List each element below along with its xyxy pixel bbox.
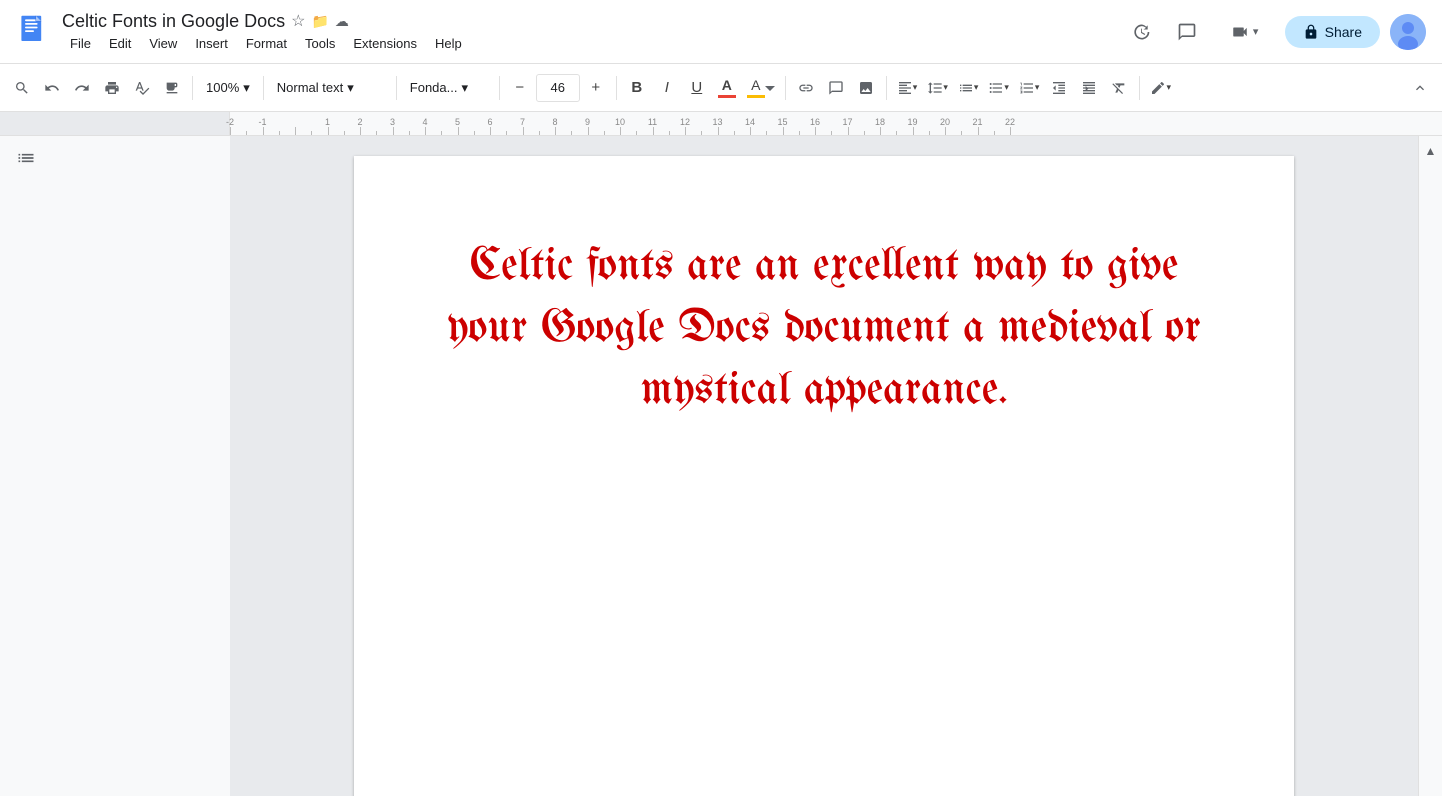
comments-button[interactable]: [1169, 14, 1205, 50]
separator-2: [263, 76, 264, 100]
zoom-dropdown[interactable]: 100% ▾: [199, 72, 257, 104]
doc-content[interactable]: Celtic fonts are an excellent way to giv…: [434, 236, 1214, 422]
ruler: -2-112345678910111213141516171819202122: [0, 112, 1442, 136]
title-bar: Celtic Fonts in Google Docs ☆ 📁 ☁ File E…: [0, 0, 1442, 64]
title-area: Celtic Fonts in Google Docs ☆ 📁 ☁ File E…: [62, 11, 1123, 53]
font-dropdown[interactable]: Fonda... ▾: [403, 72, 493, 104]
align-button[interactable]: ▾: [893, 72, 922, 104]
doc-area[interactable]: Celtic fonts are an excellent way to giv…: [230, 136, 1418, 796]
line-spacing-button[interactable]: ▾: [923, 72, 952, 104]
paint-format-button[interactable]: [158, 72, 186, 104]
avatar[interactable]: [1390, 14, 1426, 50]
menu-help[interactable]: Help: [427, 34, 470, 53]
separator-5: [616, 76, 617, 100]
star-icon[interactable]: ☆: [291, 11, 305, 31]
menu-file[interactable]: File: [62, 34, 99, 53]
increase-indent-button[interactable]: [1075, 72, 1103, 104]
menu-view[interactable]: View: [141, 34, 185, 53]
collapse-toolbar-button[interactable]: [1406, 72, 1434, 104]
history-button[interactable]: [1123, 14, 1159, 50]
menu-extensions[interactable]: Extensions: [345, 34, 425, 53]
separator-8: [1139, 76, 1140, 100]
undo-button[interactable]: [38, 72, 66, 104]
bold-button[interactable]: B: [623, 72, 651, 104]
ruler-content: -2-112345678910111213141516171819202122: [230, 112, 1422, 135]
meet-button[interactable]: ▾: [1215, 14, 1275, 50]
redo-button[interactable]: [68, 72, 96, 104]
increase-font-button[interactable]: +: [582, 72, 610, 104]
scroll-up-button[interactable]: ▲: [1421, 140, 1441, 162]
share-button[interactable]: Share: [1285, 16, 1380, 48]
separator-4: [499, 76, 500, 100]
separator-7: [886, 76, 887, 100]
search-button[interactable]: [8, 72, 36, 104]
menu-bar: File Edit View Insert Format Tools Exten…: [62, 34, 1123, 53]
decrease-font-button[interactable]: −: [506, 72, 534, 104]
menu-insert[interactable]: Insert: [187, 34, 236, 53]
highlight-button[interactable]: A: [743, 72, 779, 104]
app-body: Celtic fonts are an excellent way to giv…: [0, 136, 1442, 796]
menu-tools[interactable]: Tools: [297, 34, 343, 53]
toolbar: 100% ▾ Normal text ▾ Fonda... ▾ − 46 + B…: [0, 64, 1442, 112]
title-actions: ▾ Share: [1123, 14, 1426, 50]
separator-6: [785, 76, 786, 100]
doc-title[interactable]: Celtic Fonts in Google Docs: [62, 11, 285, 32]
doc-title-row: Celtic Fonts in Google Docs ☆ 📁 ☁: [62, 11, 1123, 32]
share-label: Share: [1325, 24, 1362, 40]
checklist-button[interactable]: ▾: [954, 72, 983, 104]
doc-page: Celtic fonts are an excellent way to giv…: [354, 156, 1294, 796]
add-comment-button[interactable]: [822, 72, 850, 104]
menu-format[interactable]: Format: [238, 34, 295, 53]
italic-button[interactable]: I: [653, 72, 681, 104]
underline-button[interactable]: U: [683, 72, 711, 104]
left-panel: [0, 136, 230, 796]
docs-icon: [16, 14, 52, 50]
style-dropdown[interactable]: Normal text ▾: [270, 72, 390, 104]
image-button[interactable]: [852, 72, 880, 104]
decrease-indent-button[interactable]: [1045, 72, 1073, 104]
clear-format-button[interactable]: [1105, 72, 1133, 104]
print-button[interactable]: [98, 72, 126, 104]
separator-3: [396, 76, 397, 100]
separator-1: [192, 76, 193, 100]
bullet-list-button[interactable]: ▾: [984, 72, 1013, 104]
right-panel: ▲: [1418, 136, 1442, 796]
outline-toggle[interactable]: [16, 148, 36, 173]
link-button[interactable]: [792, 72, 820, 104]
menu-edit[interactable]: Edit: [101, 34, 139, 53]
folder-icon[interactable]: 📁: [311, 13, 328, 30]
cloud-icon[interactable]: ☁: [335, 13, 349, 30]
spell-check-button[interactable]: [128, 72, 156, 104]
numbered-list-button[interactable]: ▾: [1015, 72, 1044, 104]
font-size-box[interactable]: 46: [536, 74, 580, 102]
text-color-button[interactable]: A: [713, 72, 741, 104]
edit-mode-button[interactable]: ▾: [1146, 72, 1175, 104]
